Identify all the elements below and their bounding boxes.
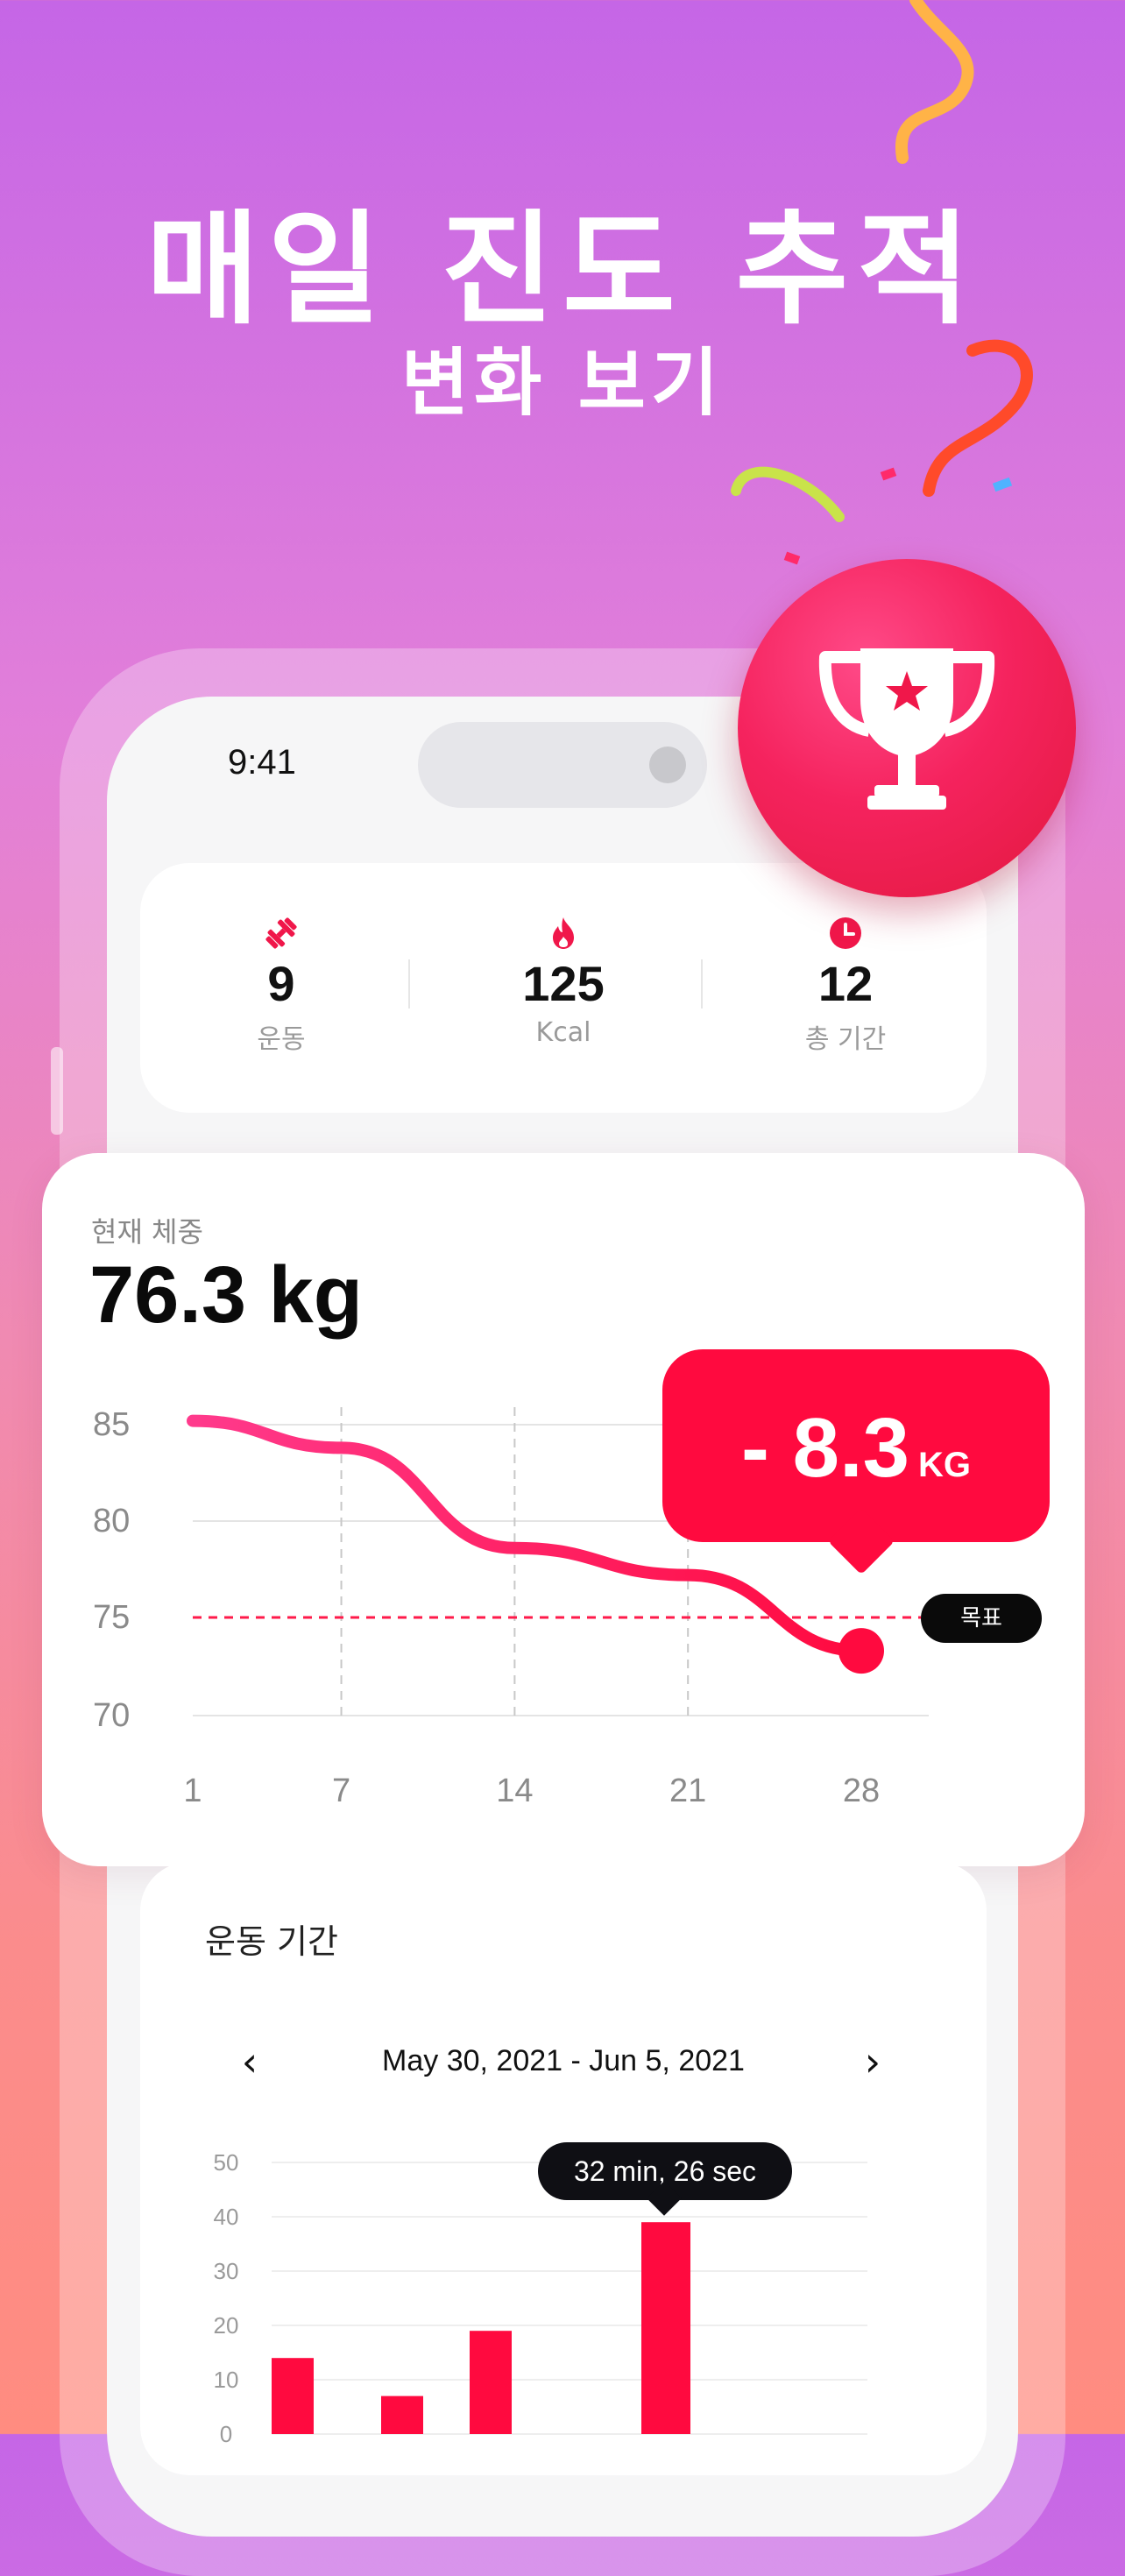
duration-bar	[381, 2396, 423, 2434]
workouts-value: 9	[267, 956, 295, 1011]
workout-duration-card: 운동 기간 ‹ May 30, 2021 - Jun 5, 2021 › 50 4…	[140, 1862, 987, 2475]
y-tick-label: 70	[93, 1697, 130, 1734]
trophy-badge	[738, 559, 1076, 897]
stat-kcal: 125 Kcal	[422, 863, 704, 1113]
weight-change-bubble: - 8.3 KG	[662, 1349, 1050, 1575]
weight-change-value: - 8.3	[740, 1401, 910, 1495]
y-tick-label: 50	[214, 2149, 239, 2176]
phone-side-button	[51, 1047, 63, 1135]
y-tick-label: 30	[214, 2258, 239, 2284]
kcal-value: 125	[522, 956, 605, 1011]
y-tick-label: 40	[214, 2204, 239, 2230]
camera-dot	[649, 747, 686, 783]
x-tick-label: 7	[332, 1773, 350, 1809]
x-tick-label: 1	[183, 1773, 202, 1809]
y-tick-label: 85	[93, 1406, 130, 1443]
duration-label: 총 기간	[804, 1024, 887, 1055]
stat-workouts: 9 운동	[140, 863, 422, 1113]
dynamic-island	[418, 722, 707, 808]
goal-badge: 목표	[921, 1594, 1042, 1643]
kcal-label: Kcal	[535, 1017, 591, 1048]
y-tick-label: 10	[214, 2367, 239, 2393]
weight-change-unit: KG	[918, 1446, 972, 1484]
fire-icon	[553, 917, 574, 949]
weight-card: 현재 체중 76.3 kg 85 80 70 75 1 7 14 21 28 - 8.3 KG 목…	[42, 1153, 1085, 1866]
weight-end-point	[838, 1628, 884, 1674]
confetti-decoration	[731, 0, 1033, 565]
y-tick-label: 75	[93, 1599, 130, 1636]
bar-tooltip: 32 min, 26 sec	[538, 2142, 792, 2216]
duration-bar	[272, 2358, 314, 2434]
x-tick-label: 21	[669, 1773, 706, 1809]
duration-value: 12	[817, 956, 874, 1011]
status-time: 9:41	[228, 743, 296, 782]
divider	[408, 959, 410, 1008]
stats-card: 9 운동 125 Kcal 12 총 기간	[140, 863, 987, 1113]
y-tick-label: 0	[220, 2421, 232, 2447]
y-tick-label: 20	[214, 2312, 239, 2339]
trophy-icon	[818, 648, 995, 810]
divider	[701, 959, 703, 1008]
clock-icon	[830, 917, 861, 949]
dumbbell-icon	[265, 917, 297, 949]
x-tick-label: 14	[496, 1773, 533, 1809]
workouts-label: 운동	[257, 1024, 306, 1055]
duration-bar	[641, 2222, 690, 2434]
stat-duration: 12 총 기간	[704, 863, 987, 1113]
x-tick-label: 28	[843, 1773, 880, 1809]
y-tick-label: 80	[93, 1503, 130, 1539]
duration-bar	[470, 2331, 512, 2434]
